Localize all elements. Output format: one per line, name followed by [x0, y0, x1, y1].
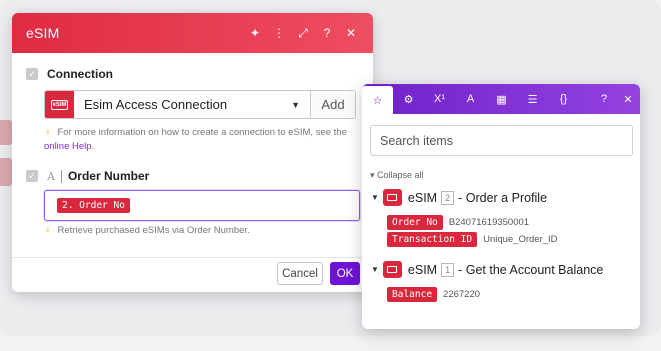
connection-field: eSIM Esim Access Connection ▼ Add: [44, 90, 356, 119]
sparkle-icon[interactable]: ✦: [243, 21, 267, 45]
order-number-input[interactable]: 2. Order No: [44, 190, 360, 221]
mapped-value-pill[interactable]: 2. Order No: [57, 198, 130, 213]
dialog-title: eSIM: [26, 25, 60, 41]
table-icon[interactable]: ☰: [517, 84, 548, 114]
close-icon[interactable]: ✕: [616, 84, 640, 114]
field-item[interactable]: Balance 2267220: [387, 287, 480, 302]
help-icon[interactable]: ?: [592, 84, 616, 114]
module-item[interactable]: ▼ eSIM 2 - Order a Profile: [371, 189, 547, 206]
field-item[interactable]: Transaction ID Unique_Order_ID: [387, 232, 558, 247]
checkbox-icon[interactable]: ✓: [26, 68, 38, 80]
order-number-section: ✓ A Order Number: [26, 169, 149, 183]
connection-select[interactable]: Esim Access Connection ▼: [74, 91, 311, 118]
connection-label: Connection: [47, 67, 113, 81]
background-module-strip: [0, 158, 12, 186]
close-icon[interactable]: ✕: [339, 21, 363, 45]
star-icon[interactable]: ☆: [362, 86, 393, 114]
order-number-hint: ♀ Retrieve purchased eSIMs via Order Numb…: [44, 225, 250, 236]
caret-down-icon[interactable]: ▼: [371, 265, 379, 274]
field-item[interactable]: Order No B24071619350001: [387, 215, 529, 230]
help-icon[interactable]: ?: [315, 21, 339, 45]
mapping-panel: ☆ ⚙ X¹ A ▦ ☰ {} ? ✕ Search items ▾ Colla…: [362, 84, 640, 329]
checkbox-icon[interactable]: ✓: [26, 170, 38, 182]
text-type-icon: A: [47, 169, 55, 183]
dialog-header: eSIM ✦ ⋮ ⤢ ? ✕: [12, 13, 373, 53]
module-index: 2: [441, 190, 455, 205]
search-input[interactable]: Search items: [370, 125, 633, 156]
esim-dialog: eSIM ✦ ⋮ ⤢ ? ✕ ✓ Connection eSIM Esim Ac…: [12, 13, 373, 292]
expand-icon[interactable]: ⤢: [291, 21, 315, 45]
ok-button[interactable]: OK: [330, 262, 360, 285]
more-icon[interactable]: ⋮: [267, 21, 291, 45]
field-value: Unique_Order_ID: [483, 234, 558, 245]
field-value: 2267220: [443, 289, 481, 300]
calendar-icon[interactable]: ▦: [486, 84, 517, 114]
divider: [60, 169, 62, 183]
panel-tabs: ☆ ⚙ X¹ A ▦ ☰ {} ? ✕: [362, 84, 640, 114]
lightbulb-icon: ♀: [44, 127, 52, 138]
module-title: - Get the Account Balance: [458, 262, 604, 277]
esim-logo-icon: [382, 189, 402, 206]
esim-logo-icon: eSIM: [45, 91, 74, 118]
field-pill[interactable]: Order No: [387, 215, 443, 230]
text-icon[interactable]: A: [455, 84, 486, 114]
module-item[interactable]: ▼ eSIM 1 - Get the Account Balance: [371, 261, 603, 278]
connection-selected-value: Esim Access Connection: [84, 97, 228, 112]
module-index: 1: [441, 262, 455, 277]
lightbulb-icon: ♀: [44, 225, 52, 236]
connection-hint: ♀ For more information on how to create a…: [44, 127, 347, 152]
add-connection-button[interactable]: Add: [311, 91, 355, 118]
header-icons: ✦ ⋮ ⤢ ? ✕: [243, 21, 363, 45]
field-pill[interactable]: Transaction ID: [387, 232, 478, 247]
gear-icon[interactable]: ⚙: [393, 84, 424, 114]
math-icon[interactable]: X¹: [424, 84, 455, 114]
field-value: B24071619350001: [448, 217, 530, 228]
online-help-link[interactable]: online Help: [44, 141, 92, 152]
esim-logo-icon: [382, 261, 402, 278]
background-module-strip: [0, 120, 12, 145]
caret-down-icon[interactable]: ▼: [371, 193, 379, 202]
field-pill[interactable]: Balance: [387, 287, 438, 302]
cancel-button[interactable]: Cancel: [277, 262, 323, 285]
module-title: - Order a Profile: [458, 190, 548, 205]
connection-section: ✓ Connection: [26, 67, 113, 81]
caret-down-icon: ▼: [291, 99, 300, 110]
order-number-label: Order Number: [67, 169, 150, 183]
collapse-all-toggle[interactable]: ▾ Collapse all: [370, 170, 424, 181]
braces-icon[interactable]: {}: [548, 84, 579, 114]
